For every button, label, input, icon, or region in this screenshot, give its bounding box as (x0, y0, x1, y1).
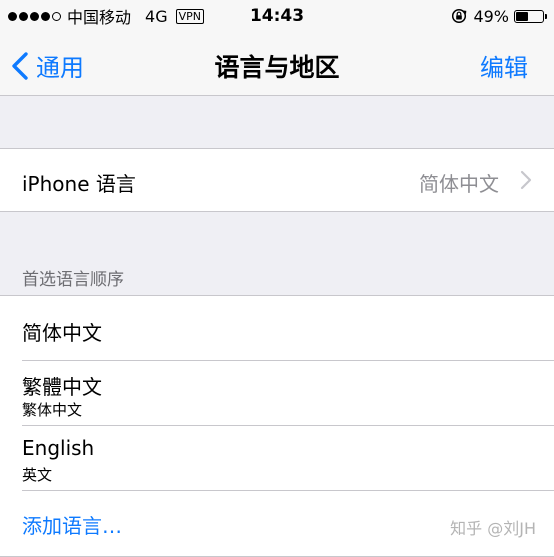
language-subtitle: 英文 (22, 466, 53, 484)
battery-icon (514, 9, 547, 23)
language-name: 繁體中文 (22, 375, 102, 399)
language-row-english[interactable]: English 英文 (0, 426, 554, 491)
add-language-button[interactable]: 添加语言… (22, 510, 122, 539)
preferred-language-order-header: 首选语言顺序 (22, 270, 124, 290)
status-right: 49% (451, 6, 547, 26)
language-subtitle: 繁体中文 (22, 401, 83, 419)
iphone-language-row[interactable]: iPhone 语言 简体中文 (0, 149, 554, 211)
battery-percent: 49% (473, 6, 509, 26)
rotation-lock-icon (452, 8, 467, 24)
language-row-simplified-chinese[interactable]: 简体中文 (0, 296, 554, 361)
language-name: 简体中文 (22, 321, 102, 345)
watermark: 知乎 @刘JH (450, 519, 536, 538)
edit-button[interactable]: 编辑 (480, 48, 528, 83)
chevron-right-icon (520, 170, 532, 190)
iphone-language-group: iPhone 语言 简体中文 (0, 148, 554, 212)
iphone-language-value: 简体中文 (419, 172, 499, 196)
iphone-language-label: iPhone 语言 (22, 172, 136, 196)
navigation-bar: 通用 语言与地区 编辑 (0, 34, 554, 96)
battery-fill (516, 11, 528, 21)
page-title: 语言与地区 (214, 53, 340, 82)
language-row-traditional-chinese[interactable]: 繁體中文 繁体中文 (0, 361, 554, 426)
language-name: English (22, 436, 95, 460)
status-bar: 中国移动 4G VPN 14:43 49% (0, 0, 554, 34)
